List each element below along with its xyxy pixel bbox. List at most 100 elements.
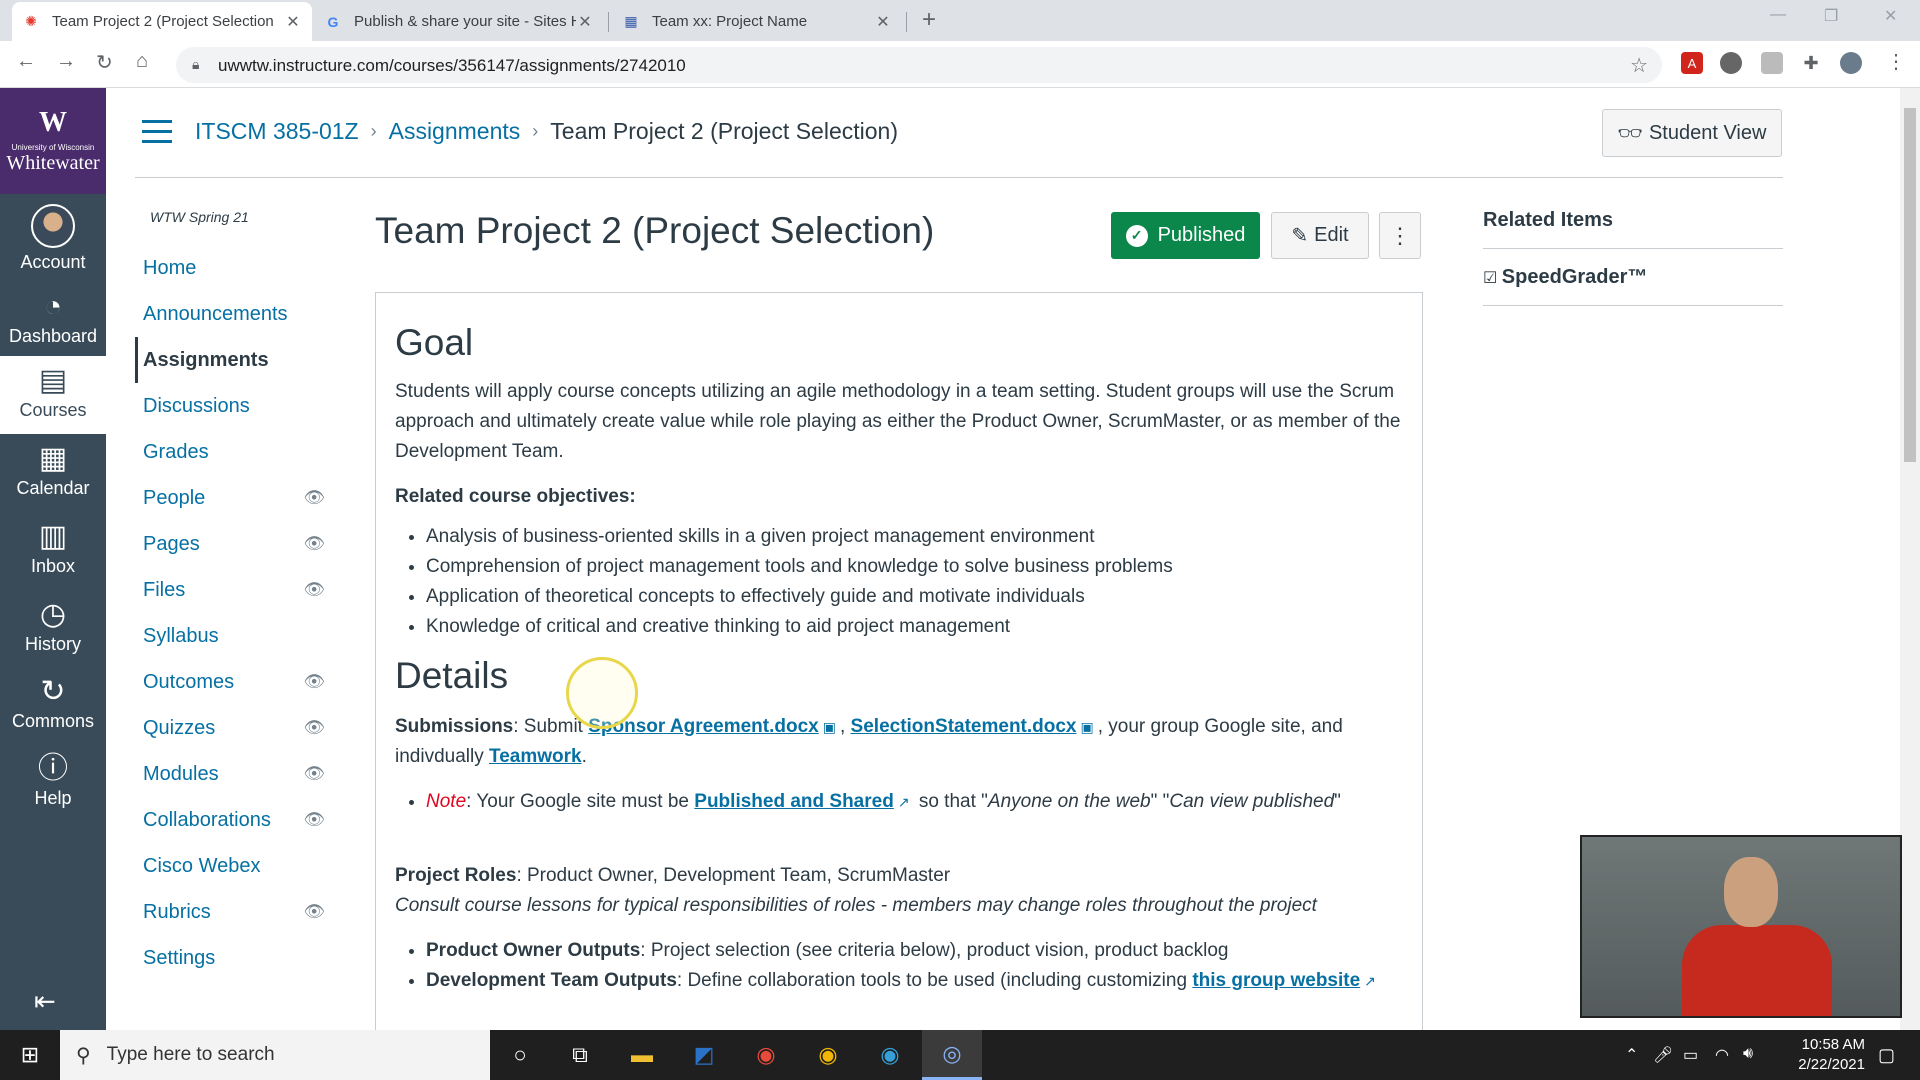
scrollbar-thumb[interactable]	[1904, 108, 1916, 462]
course-nav-label[interactable]: Modules	[143, 763, 219, 786]
profile-avatar-icon[interactable]	[1840, 52, 1862, 74]
document-preview-icon[interactable]: ▣	[1081, 719, 1094, 735]
browser-tab[interactable]: G Publish & share your site - Sites H ✕	[314, 2, 604, 41]
course-nav-label[interactable]: Collaborations	[143, 809, 271, 832]
edit-button[interactable]: ✎ Edit	[1271, 212, 1369, 259]
collapse-nav-icon[interactable]: ⇤	[34, 986, 56, 1017]
outlook-icon[interactable]: ◩	[674, 1030, 734, 1080]
app-icon[interactable]: ◉	[860, 1030, 920, 1080]
chrome-icon[interactable]: ◉	[736, 1030, 796, 1080]
course-nav-quizzes[interactable]: Quizzes 👁︎	[135, 705, 335, 751]
course-nav-syllabus[interactable]: Syllabus	[135, 613, 335, 659]
course-nav-modules[interactable]: Modules 👁︎	[135, 751, 335, 797]
course-nav-label[interactable]: Outcomes	[143, 671, 234, 694]
course-nav-rubrics[interactable]: Rubrics 👁︎	[135, 889, 335, 935]
extensions-puzzle-icon[interactable]: ✚	[1800, 52, 1822, 74]
cortana-icon[interactable]: ○	[490, 1030, 550, 1080]
page-scrollbar[interactable]	[1900, 88, 1920, 1030]
bookmark-star-icon[interactable]: ☆	[1630, 53, 1648, 78]
group-website-link[interactable]: this group website	[1192, 970, 1360, 991]
course-nav-pages[interactable]: Pages 👁︎	[135, 521, 335, 567]
global-nav-history[interactable]: ◷ History	[0, 598, 106, 655]
task-view-icon[interactable]: ⧉	[550, 1030, 610, 1080]
minimize-icon[interactable]: —	[1770, 6, 1786, 24]
published-button[interactable]: ✓ Published	[1111, 212, 1260, 259]
microphone-icon[interactable]: 🎤︎	[1653, 1045, 1673, 1065]
global-nav-help[interactable]: ⓘ Help	[0, 752, 106, 809]
file-explorer-icon[interactable]: ▬	[612, 1030, 672, 1080]
tab-close-icon[interactable]: ✕	[576, 12, 594, 32]
browser-tab[interactable]: ▦ Team xx: Project Name ✕	[612, 2, 902, 41]
volume-icon[interactable]: 🔊︎	[1743, 1045, 1753, 1063]
course-nav-label[interactable]: Pages	[143, 533, 200, 556]
browser-tab-active[interactable]: ✺ Team Project 2 (Project Selection ✕	[12, 2, 312, 41]
published-shared-link[interactable]: Published and Shared	[694, 791, 894, 812]
tray-chevron-icon[interactable]: ⌃	[1625, 1045, 1638, 1065]
course-nav-label[interactable]: Home	[143, 257, 196, 280]
breadcrumb-assignments[interactable]: Assignments	[389, 118, 521, 145]
forward-icon[interactable]: →	[56, 50, 76, 73]
extension-icon[interactable]	[1761, 52, 1783, 74]
reload-icon[interactable]: ↻	[96, 50, 113, 75]
course-nav-grades[interactable]: Grades	[135, 429, 335, 475]
back-icon[interactable]: ←	[16, 50, 36, 73]
global-nav-commons[interactable]: ↻ Commons	[0, 675, 106, 732]
student-view-button[interactable]: 👓︎ Student View	[1602, 109, 1782, 157]
course-nav-assignments[interactable]: Assignments	[135, 337, 335, 383]
chrome-icon[interactable]: ◉	[798, 1030, 858, 1080]
taskbar-search[interactable]: ⚲ Type here to search	[60, 1030, 490, 1080]
course-nav-announcements[interactable]: Announcements	[135, 291, 335, 337]
course-nav-label[interactable]: Cisco Webex	[143, 855, 260, 878]
restore-icon[interactable]: ❐	[1824, 6, 1838, 26]
global-nav-courses[interactable]: ▤ Courses	[0, 356, 106, 434]
recorder-icon[interactable]: ◎	[922, 1030, 982, 1080]
course-nav-files[interactable]: Files 👁︎	[135, 567, 335, 613]
course-nav-label[interactable]: Quizzes	[143, 717, 215, 740]
course-nav-home[interactable]: Home	[135, 245, 335, 291]
course-nav-people[interactable]: People 👁︎	[135, 475, 335, 521]
course-nav-label[interactable]: Files	[143, 579, 185, 602]
url-text[interactable]: uwwtw.instructure.com/courses/356147/ass…	[218, 56, 686, 76]
course-nav-label[interactable]: Syllabus	[143, 625, 219, 648]
pdf-extension-icon[interactable]: A	[1681, 52, 1703, 74]
breadcrumb-separator-icon: ›	[532, 121, 539, 141]
tab-close-icon[interactable]: ✕	[874, 12, 892, 32]
speedgrader-link[interactable]: ☑︎ SpeedGrader™	[1483, 266, 1647, 289]
course-nav-label[interactable]: Announcements	[143, 303, 288, 326]
course-nav-discussions[interactable]: Discussions	[135, 383, 335, 429]
course-nav-collaborations[interactable]: Collaborations 👁︎	[135, 797, 335, 843]
school-logo[interactable]: W University of Wisconsin Whitewater	[0, 88, 106, 194]
global-nav-account[interactable]: Account	[0, 204, 106, 273]
notifications-icon[interactable]: ▢	[1878, 1045, 1895, 1066]
course-nav-settings[interactable]: Settings	[135, 935, 335, 981]
course-nav-label[interactable]: Discussions	[143, 395, 250, 418]
course-nav-label[interactable]: Rubrics	[143, 901, 211, 924]
course-menu-toggle-icon[interactable]	[142, 120, 172, 150]
course-nav-cisco-webex[interactable]: Cisco Webex	[135, 843, 335, 889]
lock-icon[interactable]: 🔒︎	[192, 56, 199, 73]
extension-icon[interactable]	[1720, 52, 1742, 74]
document-preview-icon[interactable]: ▣	[823, 719, 836, 735]
global-nav-calendar[interactable]: ▦ Calendar	[0, 442, 106, 499]
browser-menu-icon[interactable]: ⋮	[1886, 49, 1906, 74]
course-nav-label[interactable]: Assignments	[143, 349, 269, 372]
windows-start-icon[interactable]: ⊞	[0, 1030, 60, 1080]
course-nav-label[interactable]: People	[143, 487, 205, 510]
course-nav-label[interactable]: Grades	[143, 441, 209, 464]
global-nav-inbox[interactable]: ▥ Inbox	[0, 520, 106, 577]
tab-close-icon[interactable]: ✕	[284, 12, 302, 32]
course-nav-outcomes[interactable]: Outcomes 👁︎	[135, 659, 335, 705]
taskbar-clock[interactable]: 10:58 AM 2/22/2021	[1765, 1035, 1865, 1075]
home-icon[interactable]: ⌂	[136, 50, 148, 73]
selection-statement-link[interactable]: SelectionStatement.docx	[851, 716, 1077, 737]
battery-icon[interactable]: ▭	[1683, 1045, 1698, 1065]
window-close-icon[interactable]: ✕	[1884, 6, 1897, 26]
teamwork-link[interactable]: Teamwork	[489, 746, 582, 767]
wifi-icon[interactable]: ◠	[1715, 1045, 1729, 1065]
breadcrumb-course[interactable]: ITSCM 385-01Z	[195, 118, 359, 145]
address-bar[interactable]: 🔒︎ uwwtw.instructure.com/courses/356147/…	[176, 47, 1662, 83]
global-nav-dashboard[interactable]: ◔ Dashboard	[0, 290, 106, 347]
more-options-icon[interactable]: ⋮	[1379, 212, 1421, 259]
new-tab-button[interactable]: +	[922, 6, 936, 34]
course-nav-label[interactable]: Settings	[143, 947, 215, 970]
